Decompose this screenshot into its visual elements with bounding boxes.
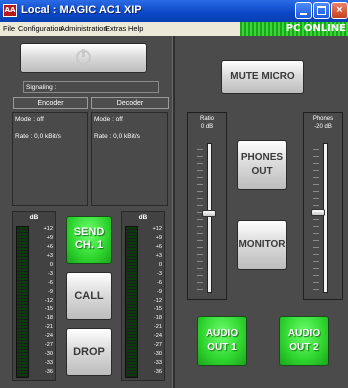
vu-tick-label: 0 (158, 261, 162, 268)
send-label-line1: SEND (73, 226, 105, 238)
phones-slider-handle[interactable] (311, 209, 325, 216)
audio-out-1-line2: OUT 1 (207, 342, 237, 353)
vu-tick-label: -9 (48, 288, 53, 295)
phones-fader-panel: Phones -20 dB (303, 112, 343, 300)
send-label-line2: CH. 1 (74, 239, 104, 251)
vu-tick-label: +12 (152, 226, 163, 232)
panel-divider (172, 36, 175, 388)
phones-track[interactable] (323, 143, 328, 293)
vu-scale: +12 +9 +6 +3 0 -3 -6 -9 -12 -15 -18 -21 -24 -27 -30 -33… (140, 226, 163, 378)
ratio-label: Ratio (199, 116, 214, 122)
decoder-info: Mode : off Rate : 0,0 kBit/s (91, 112, 168, 206)
phones-ticks (313, 143, 319, 293)
decoder-header: Decoder (91, 97, 169, 109)
close-button[interactable]: × (331, 2, 348, 19)
decoder-mode: Mode : off (94, 116, 123, 123)
vu-tick-label: -18 (153, 315, 162, 322)
vu-tick-label: -12 (44, 297, 53, 304)
vu-tick-label: +12 (43, 226, 54, 232)
phones-out-line1: PHONES (240, 152, 284, 163)
audio-out-2-line1: AUDIO (287, 328, 321, 339)
window-title: Local : MAGIC AC1 XIP (21, 4, 142, 16)
vu-tick-label: -3 (157, 270, 162, 277)
audio-out-2-line2: OUT 2 (289, 342, 319, 353)
vu-tick-label: -24 (44, 333, 53, 340)
vu-tick-label: -27 (44, 342, 53, 349)
encoder-info: Mode : off Rate : 0,0 kBit/s (12, 112, 88, 206)
ratio-value: 0 dB (200, 124, 214, 130)
ratio-ticks (197, 143, 203, 293)
menu-file[interactable]: File (3, 24, 15, 33)
vu-tick-label: +9 (155, 234, 162, 241)
phones-label: Phones (312, 116, 334, 122)
maximize-icon (317, 6, 326, 15)
send-ch1-button[interactable]: SEND CH. 1 (66, 216, 112, 264)
power-button[interactable] (20, 43, 147, 73)
vu-bars (125, 226, 138, 378)
vu-tick-label: +3 (155, 252, 162, 259)
vu-bars (16, 226, 29, 378)
connection-status: PC ONLINE (240, 22, 348, 36)
menu-configuration[interactable]: Configuration (18, 24, 63, 33)
audio-out-1-line1: AUDIO (205, 328, 239, 339)
encoder-rate: Rate : 0,0 kBit/s (15, 133, 61, 140)
vu-tick-label: -6 (157, 279, 162, 286)
decoder-rate: Rate : 0,0 kBit/s (94, 133, 140, 140)
vu-tick-label: -12 (153, 297, 162, 304)
vu-tick-label: -33 (153, 360, 162, 367)
encoder-header: Encoder (13, 97, 88, 109)
mute-micro-button[interactable]: MUTE MICRO (221, 60, 304, 94)
vu-meter-right: dB +12 +9 +6 +3 0 -3 -6 -9 -12 -15 -18 -21 -24 -27 -30… (121, 211, 165, 381)
vu-tick-label: -24 (153, 333, 162, 340)
vu-tick-label: +6 (46, 243, 53, 250)
vu-tick-label: -9 (157, 288, 162, 295)
vu-tick-label: -33 (44, 360, 53, 367)
minimize-icon (300, 13, 307, 15)
maximize-button[interactable] (313, 2, 330, 19)
vu-tick-label: 0 (49, 261, 53, 268)
menu-help[interactable]: Help (128, 24, 143, 33)
vu-tick-label: -6 (48, 279, 53, 286)
vu-label: dB (29, 214, 39, 221)
vu-tick-label: -21 (153, 324, 162, 331)
phones-out-line2: OUT (251, 166, 273, 177)
encoder-mode: Mode : off (15, 116, 44, 123)
vu-tick-label: -30 (153, 351, 162, 358)
menu-administration[interactable]: Administration (60, 24, 108, 33)
drop-button[interactable]: DROP (66, 328, 112, 376)
vu-meter-left: dB +12 +9 +6 +3 0 -3 -6 -9 -12 -15 -18 -21 -24 -27 -30… (12, 211, 56, 381)
ratio-track[interactable] (207, 143, 212, 293)
signaling-field: Signaling : (23, 81, 159, 93)
ratio-slider-handle[interactable] (202, 210, 216, 217)
vu-label: dB (138, 214, 148, 221)
audio-out-2-button[interactable]: AUDIO OUT 2 (279, 316, 329, 366)
vu-scale: +12 +9 +6 +3 0 -3 -6 -9 -12 -15 -18 -21 -24 -27 -30 -33… (31, 226, 54, 378)
vu-tick-label: -21 (44, 324, 53, 331)
title-bar: AA Local : MAGIC AC1 XIP × (0, 0, 348, 22)
minimize-button[interactable] (295, 2, 312, 19)
ratio-fader-panel: Ratio 0 dB (187, 112, 227, 300)
vu-tick-label: -36 (44, 369, 53, 376)
phones-out-button[interactable]: PHONES OUT (237, 140, 287, 190)
phones-value: -20 dB (314, 124, 332, 130)
call-button[interactable]: CALL (66, 272, 112, 320)
vu-tick-label: -15 (153, 306, 162, 313)
vu-tick-label: -36 (153, 369, 162, 376)
vu-tick-label: +9 (46, 234, 53, 241)
vu-tick-label: -15 (44, 306, 53, 313)
power-icon (76, 49, 91, 65)
audio-out-1-button[interactable]: AUDIO OUT 1 (197, 316, 247, 366)
vu-tick-label: -30 (44, 351, 53, 358)
vu-tick-label: +3 (46, 252, 53, 259)
vu-tick-label: +6 (155, 243, 162, 250)
vu-tick-label: -27 (153, 342, 162, 349)
monitor-button[interactable]: MONITOR (237, 220, 287, 270)
vu-tick-label: -18 (44, 315, 53, 322)
vu-tick-label: -3 (48, 270, 53, 277)
close-icon: × (336, 4, 343, 16)
app-icon: AA (3, 4, 17, 17)
menu-extras[interactable]: Extras (105, 24, 126, 33)
